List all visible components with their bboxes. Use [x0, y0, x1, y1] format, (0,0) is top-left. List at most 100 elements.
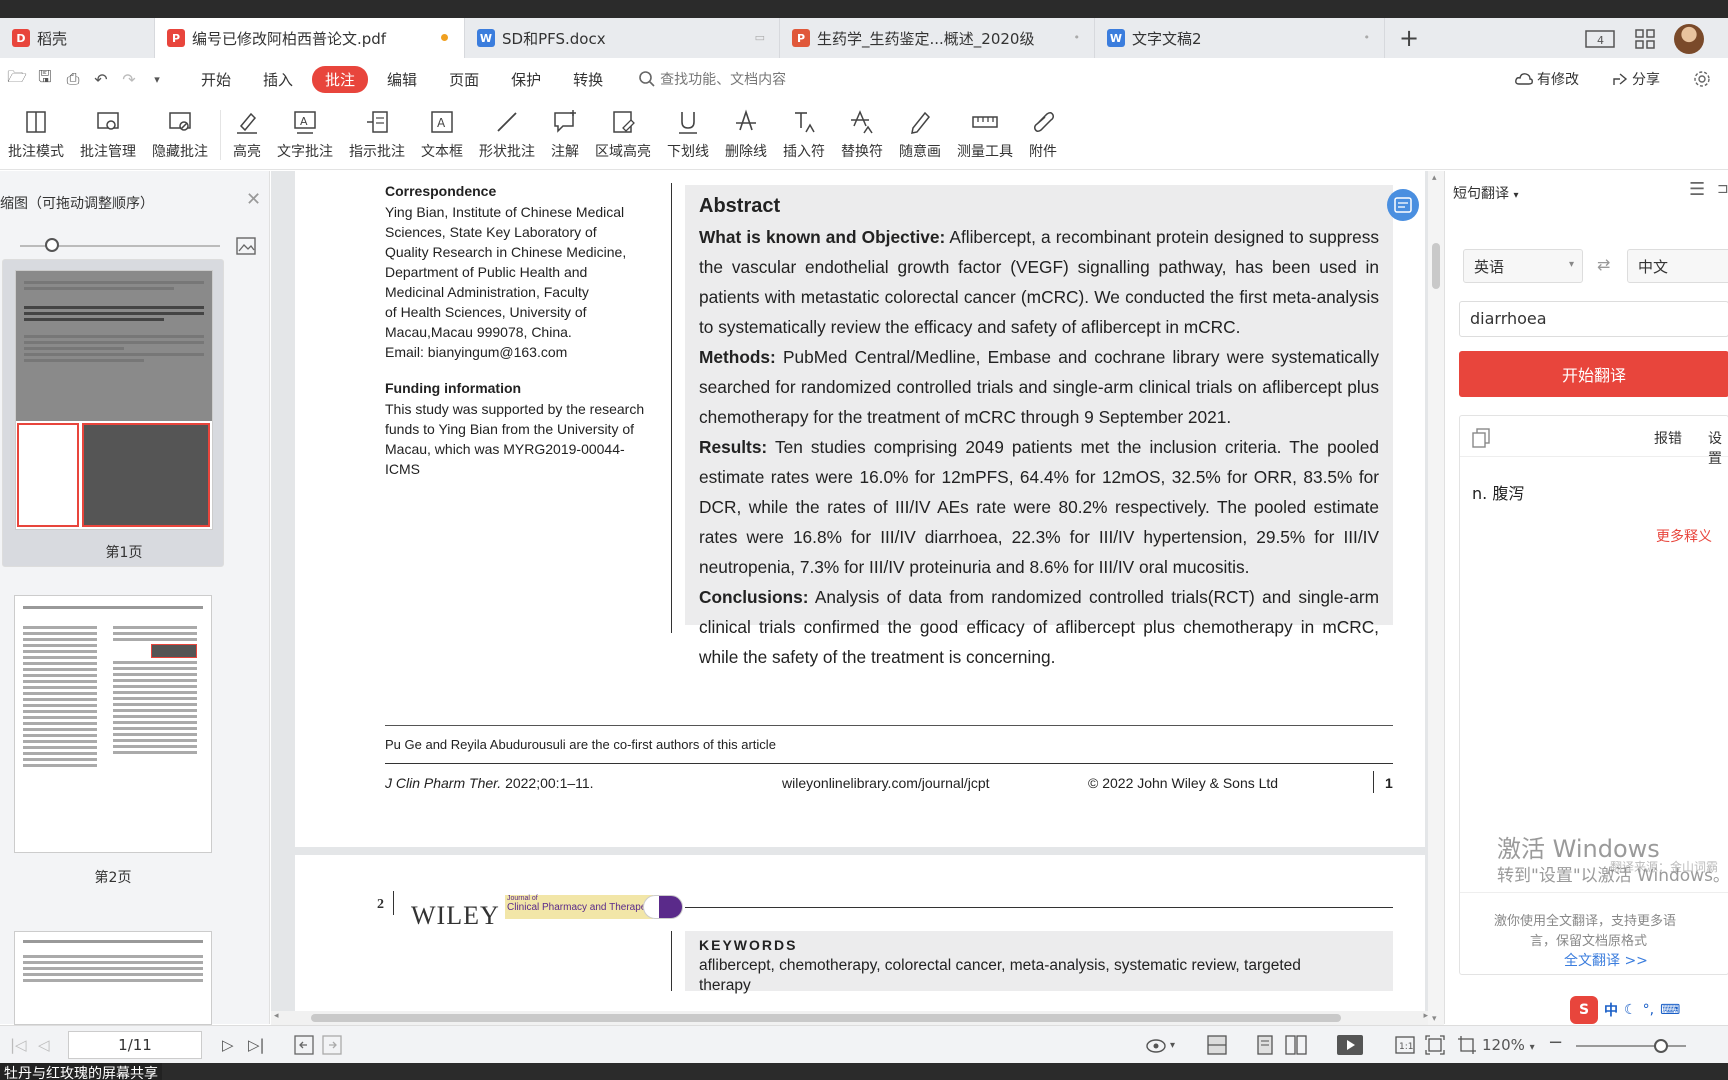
- zoom-slider-knob[interactable]: [1654, 1039, 1668, 1053]
- vertical-scrollbar[interactable]: ▴ ▾: [1428, 171, 1444, 1026]
- copy-icon[interactable]: [1472, 428, 1490, 448]
- grid-apps-icon[interactable]: [1634, 28, 1656, 50]
- close-tab-dot-icon[interactable]: •: [1364, 31, 1371, 44]
- scroll-down-icon[interactable]: ▾: [1432, 1014, 1437, 1024]
- pin-icon[interactable]: ⊐: [1717, 181, 1728, 197]
- menu-convert[interactable]: 转换: [560, 66, 616, 93]
- close-tab-dot-icon[interactable]: •: [1074, 31, 1081, 44]
- play-slideshow-icon[interactable]: [1336, 1034, 1364, 1056]
- thumbnail-page-2[interactable]: 第2页: [2, 585, 224, 901]
- new-tab-plus-icon[interactable]: +: [1385, 18, 1419, 58]
- journal-url[interactable]: wileyonlinelibrary.com/journal/jcpt: [782, 775, 990, 791]
- translate-float-icon[interactable]: [1387, 189, 1419, 221]
- measure-tool-button[interactable]: 测量工具: [949, 100, 1021, 161]
- layout-4-icon[interactable]: 4: [1584, 28, 1616, 50]
- menu-insert[interactable]: 插入: [250, 66, 306, 93]
- annotation-mode-button[interactable]: 批注模式: [0, 100, 72, 161]
- sogou-ime-icon[interactable]: S: [1570, 996, 1598, 1024]
- menu-protect[interactable]: 保护: [498, 66, 554, 93]
- ime-chinese-mode-icon[interactable]: 中: [1604, 1000, 1618, 1020]
- fit-width-icon[interactable]: [1206, 1034, 1228, 1056]
- hide-annotation-button[interactable]: 隐藏批注: [144, 100, 216, 161]
- caret-insert-button[interactable]: 插入符: [775, 100, 833, 161]
- two-page-icon[interactable]: [1284, 1034, 1308, 1056]
- close-icon[interactable]: ✕: [246, 189, 261, 210]
- strikethrough-button[interactable]: 删除线: [717, 100, 775, 161]
- vertical-scroll-thumb[interactable]: [1432, 243, 1440, 289]
- settings-gear-icon[interactable]: [1692, 69, 1712, 89]
- translate-input[interactable]: diarrhoea: [1459, 301, 1728, 337]
- ime-punctuation-icon[interactable]: °,: [1643, 1002, 1654, 1018]
- full-text-translate-link[interactable]: 全文翻译 >>: [1564, 950, 1648, 970]
- translate-mode-dropdown[interactable]: 短句翻译 ▾: [1453, 183, 1518, 203]
- user-avatar[interactable]: [1674, 24, 1704, 54]
- report-error-link[interactable]: 报错: [1654, 428, 1682, 448]
- source-language-select[interactable]: 英语 ▾: [1463, 249, 1583, 283]
- pointer-annotation-button[interactable]: 指示批注: [341, 100, 413, 161]
- horizontal-scrollbar[interactable]: ◂ ▸: [271, 1011, 1431, 1025]
- horizontal-scroll-thumb[interactable]: [311, 1014, 1341, 1022]
- undo-icon[interactable]: ↶: [90, 68, 112, 90]
- thumbnail-size-slider[interactable]: [20, 238, 220, 252]
- zoom-level-dropdown[interactable]: 120% ▾: [1482, 1036, 1535, 1054]
- print-icon[interactable]: ⎙: [62, 68, 84, 90]
- freehand-draw-button[interactable]: 随意画: [891, 100, 949, 161]
- previous-page-icon[interactable]: ◁: [38, 1036, 50, 1054]
- open-folder-icon[interactable]: 🗁: [6, 67, 28, 90]
- tab-daoke[interactable]: D 稻壳: [0, 18, 155, 58]
- chevron-down-icon[interactable]: ▾: [1170, 1040, 1175, 1051]
- scroll-up-icon[interactable]: ▴: [1432, 173, 1437, 183]
- modified-button[interactable]: 有修改: [1514, 69, 1595, 89]
- ime-keyboard-icon[interactable]: ⌨: [1660, 1002, 1680, 1018]
- redo-icon[interactable]: ↷: [118, 68, 140, 90]
- underline-button[interactable]: 下划线: [659, 100, 717, 161]
- page-number-input[interactable]: 1/11: [68, 1031, 202, 1059]
- menu-page[interactable]: 页面: [436, 66, 492, 93]
- menu-edit[interactable]: 编辑: [374, 66, 430, 93]
- zoom-slider[interactable]: [1576, 1039, 1686, 1053]
- replace-caret-button[interactable]: 替换符: [833, 100, 891, 161]
- last-page-icon[interactable]: ▷|: [248, 1036, 265, 1054]
- tab-docx[interactable]: W SD和PFS.docx ▭: [465, 18, 780, 58]
- start-translate-button[interactable]: 开始翻译: [1459, 351, 1728, 397]
- textbox-button[interactable]: A 文本框: [413, 100, 471, 161]
- zoom-out-icon[interactable]: −: [1548, 1032, 1563, 1053]
- save-icon[interactable]: 🖫: [34, 67, 56, 90]
- menu-home[interactable]: 开始: [188, 66, 244, 93]
- tab-word-doc2[interactable]: W 文字文稿2 •: [1095, 18, 1385, 58]
- tab-pdf-document[interactable]: P 编号已修改阿柏西普论文.pdf: [155, 18, 465, 58]
- quick-access-dropdown-icon[interactable]: ▾: [146, 68, 168, 90]
- crop-view-icon[interactable]: [1456, 1034, 1478, 1056]
- text-annotation-button[interactable]: A 文字批注: [269, 100, 341, 161]
- note-button[interactable]: 注解: [543, 100, 587, 161]
- more-definitions-link[interactable]: 更多释义: [1656, 526, 1712, 546]
- slider-knob[interactable]: [45, 238, 59, 252]
- image-view-icon[interactable]: [236, 237, 256, 255]
- function-search[interactable]: 查找功能、文档内容: [638, 69, 786, 89]
- highlight-button[interactable]: 高亮: [225, 100, 269, 161]
- single-page-icon[interactable]: [1254, 1034, 1276, 1056]
- first-page-icon[interactable]: |◁: [10, 1036, 27, 1054]
- abstract-box[interactable]: Abstract What is known and Objective: Af…: [685, 185, 1393, 667]
- menu-annotate[interactable]: 批注: [312, 65, 369, 93]
- fit-page-icon[interactable]: [1424, 1034, 1446, 1056]
- scroll-left-icon[interactable]: ◂: [274, 1011, 279, 1021]
- eye-protection-icon[interactable]: [1145, 1035, 1167, 1055]
- target-language-select[interactable]: 中文: [1627, 249, 1728, 283]
- attachment-button[interactable]: 附件: [1021, 100, 1065, 161]
- menu-list-icon[interactable]: ☰: [1689, 179, 1705, 200]
- shape-annotation-button[interactable]: 形状批注: [471, 100, 543, 161]
- thumbnail-page-3[interactable]: [2, 921, 224, 1025]
- swap-language-icon[interactable]: ⇄: [1597, 255, 1610, 274]
- tab-ppt[interactable]: P 生药学_生药鉴定...概述_2020级 •: [780, 18, 1095, 58]
- back-view-icon[interactable]: [294, 1035, 314, 1055]
- settings-link[interactable]: 设置: [1708, 428, 1728, 468]
- annotation-manage-button[interactable]: 批注管理: [72, 100, 144, 161]
- ime-moon-icon[interactable]: ☾: [1624, 1002, 1637, 1018]
- share-button[interactable]: 分享: [1611, 69, 1676, 89]
- area-highlight-button[interactable]: 区域高亮: [587, 100, 659, 161]
- forward-view-icon[interactable]: [322, 1035, 342, 1055]
- next-page-icon[interactable]: ▷: [222, 1036, 234, 1054]
- actual-size-icon[interactable]: 1:1: [1394, 1034, 1416, 1056]
- thumbnail-page-1[interactable]: 第1页: [2, 259, 224, 567]
